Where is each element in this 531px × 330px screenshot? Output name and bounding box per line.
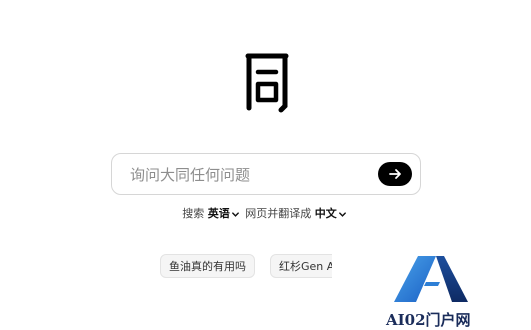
suggestion-chip[interactable]: 红杉Gen A xyxy=(270,254,332,278)
translate-label: 网页并翻译成 xyxy=(245,207,312,220)
chevron-down-icon xyxy=(231,211,239,217)
watermark-text: AI02门户网 xyxy=(386,311,471,329)
search-language-value: 英语 xyxy=(207,207,230,220)
search-input[interactable] xyxy=(128,163,382,187)
arrow-right-icon xyxy=(389,169,401,179)
submit-button[interactable] xyxy=(378,162,412,186)
search-label: 搜索 xyxy=(182,207,205,220)
logo-icon xyxy=(245,53,289,113)
translate-language-value: 中文 xyxy=(314,207,337,220)
search-language-select[interactable]: 英语 xyxy=(208,207,242,220)
suggestion-chip[interactable]: 鱼油真的有用吗 xyxy=(160,254,255,278)
translate-language-select[interactable]: 中文 xyxy=(315,207,349,220)
chevron-down-icon xyxy=(338,211,346,217)
suggestion-chips: 鱼油真的有用吗 红杉Gen A xyxy=(160,254,332,280)
language-options: 搜索 英语 网页并翻译成 中文 xyxy=(0,205,531,221)
search-box xyxy=(111,153,421,195)
